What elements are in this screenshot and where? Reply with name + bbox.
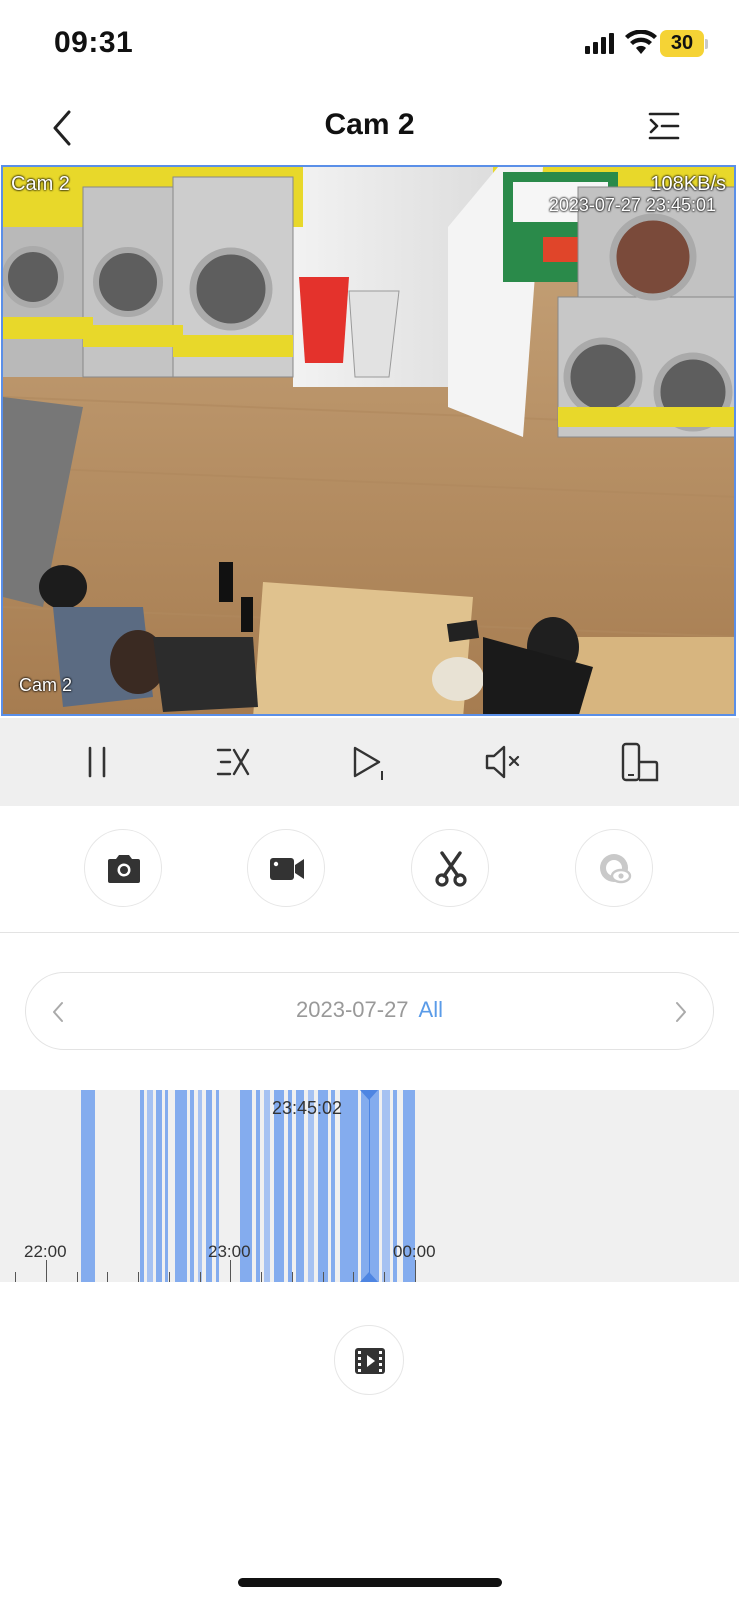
timeline-tick	[292, 1272, 293, 1282]
overlay-timestamp: 2023-07-27 23:45:01	[548, 195, 716, 215]
cellular-signal-icon	[585, 33, 614, 54]
timeline-tick	[46, 1260, 47, 1282]
tool-buttons	[0, 806, 739, 933]
recording-segment	[165, 1090, 168, 1282]
recording-timeline[interactable]: 23:45:02 22:00 23:00 00:00	[0, 1090, 739, 1282]
timeline-tick	[15, 1272, 16, 1282]
watch-button[interactable]	[575, 829, 653, 907]
recording-segment	[147, 1090, 153, 1282]
timeline-tick	[138, 1272, 139, 1282]
recording-segment	[81, 1090, 95, 1282]
recording-segment	[256, 1090, 260, 1282]
timeline-tick	[77, 1272, 78, 1282]
next-date-chevron-icon[interactable]	[671, 997, 691, 1027]
recording-segment	[190, 1090, 194, 1282]
playhead-top-marker	[360, 1090, 378, 1100]
step-play-icon[interactable]	[346, 740, 390, 784]
hour-label: 23:00	[208, 1242, 251, 1261]
recording-segment	[361, 1090, 379, 1282]
timeline-tick	[107, 1272, 108, 1282]
hour-label: 22:00	[24, 1242, 67, 1261]
mute-icon[interactable]	[481, 740, 525, 784]
recording-segment	[198, 1090, 202, 1282]
status-time: 09:31	[54, 26, 134, 59]
recording-list-button[interactable]	[334, 1325, 404, 1395]
selected-date: 2023-07-27	[296, 997, 409, 1022]
snapshot-button[interactable]	[84, 829, 162, 907]
recording-segment	[156, 1090, 162, 1282]
watch-eye-icon	[600, 854, 632, 884]
overlay-channel-bottom: Cam 2	[19, 675, 73, 695]
playhead-bottom-marker	[360, 1272, 378, 1282]
hour-label: 00:00	[393, 1242, 436, 1261]
overlay-bitrate: 108KB/s	[650, 173, 726, 195]
pause-icon[interactable]	[76, 740, 120, 784]
playhead-time: 23:45:02	[272, 1098, 343, 1118]
timeline-tick	[415, 1260, 416, 1282]
wifi-icon	[625, 30, 657, 54]
fullscreen-rotate-icon[interactable]	[617, 740, 661, 784]
home-indicator[interactable]	[238, 1578, 502, 1587]
clip-button[interactable]	[411, 829, 489, 907]
nav-header: Cam 2	[0, 90, 739, 165]
playback-control-bar	[0, 718, 739, 806]
record-filter[interactable]: All	[419, 997, 443, 1022]
timeline-tick	[261, 1272, 262, 1282]
overlay-channel-top: Cam 2	[11, 173, 70, 195]
record-button[interactable]	[247, 829, 325, 907]
battery-level: 30	[670, 32, 694, 54]
timeline-tick	[384, 1272, 385, 1282]
recording-segment	[382, 1090, 390, 1282]
timeline-tick	[200, 1272, 201, 1282]
timeline-tick	[169, 1272, 170, 1282]
battery-icon: 30	[660, 30, 708, 58]
date-display[interactable]: 2023-07-27 All	[26, 997, 713, 1023]
record-video-icon	[270, 858, 304, 880]
status-bar: 09:31 30	[0, 0, 739, 90]
recording-segment	[264, 1090, 270, 1282]
timeline-tick	[353, 1272, 354, 1282]
video-player[interactable]: Cam 2 108KB/s 2023-07-27 23:45:01 Cam 2	[1, 165, 736, 716]
playhead-line[interactable]	[369, 1090, 370, 1282]
film-list-icon	[355, 1348, 385, 1374]
camera-scene	[3, 167, 734, 714]
page-title: Cam 2	[324, 108, 415, 141]
timeline-tick	[323, 1272, 324, 1282]
timeline-tick	[230, 1260, 231, 1282]
date-selector: 2023-07-27 All	[25, 972, 714, 1050]
snapshot-camera-icon	[108, 855, 140, 883]
recording-segment	[140, 1090, 144, 1282]
recording-segment	[340, 1090, 358, 1282]
menu-list-icon[interactable]	[646, 108, 682, 144]
clip-scissors-icon	[435, 851, 467, 887]
recording-segment	[175, 1090, 187, 1282]
speed-icon[interactable]	[211, 740, 255, 784]
